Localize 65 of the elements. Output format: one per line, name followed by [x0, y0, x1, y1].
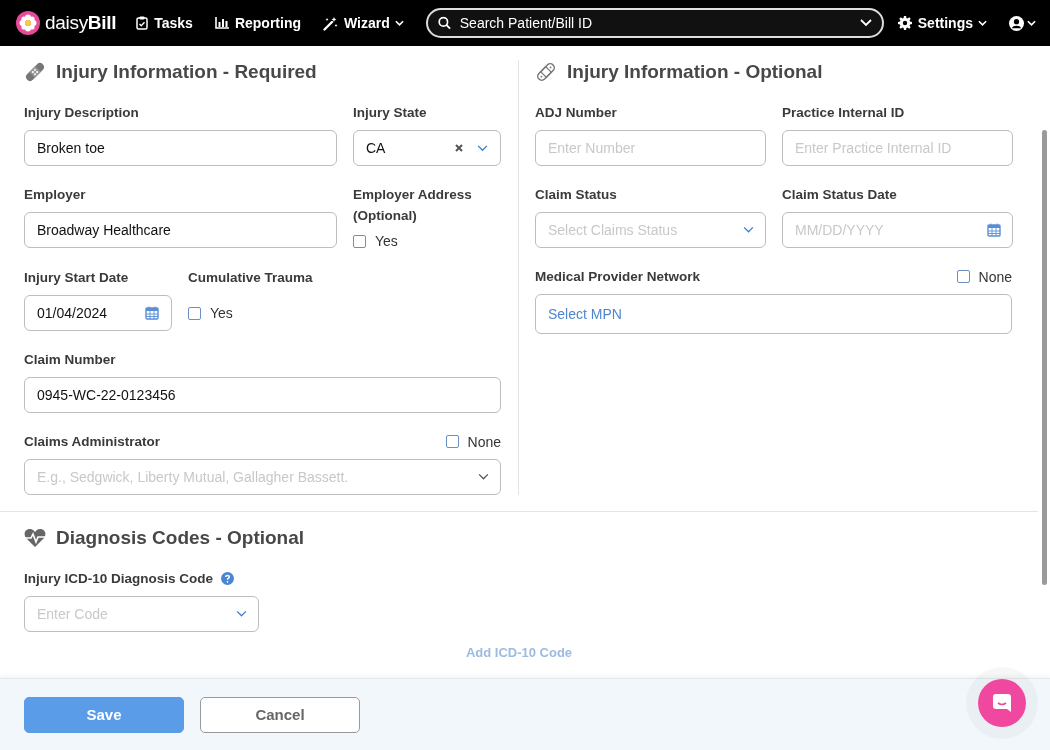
calendar-icon — [987, 223, 1001, 237]
field-label: Practice Internal ID — [782, 104, 906, 122]
chevron-down-icon — [743, 226, 754, 234]
heartbeat-icon — [24, 528, 46, 548]
field-label: Injury Description — [24, 104, 140, 122]
bar-chart-icon — [214, 17, 229, 29]
bandage-icon — [535, 61, 557, 83]
chevron-down-icon — [236, 610, 247, 618]
checkbox-label: Yes — [375, 233, 398, 249]
field-label: Medical Provider Network — [535, 268, 701, 286]
chevron-down-icon — [859, 19, 872, 27]
field-label: Injury Start Date — [24, 269, 130, 287]
logo-text[interactable]: daisyBill — [45, 12, 117, 34]
nav-link[interactable]: Reporting — [214, 15, 301, 31]
text-field[interactable]: Broken toe — [24, 130, 337, 166]
nav-link[interactable]: Wizard — [323, 15, 404, 31]
field-label: Injury State — [353, 104, 428, 122]
chevron-down-icon — [478, 473, 489, 481]
section-title: Injury Information - Optional — [567, 61, 823, 83]
search-icon — [437, 16, 451, 30]
date-value: 01/04/2024 — [37, 305, 109, 321]
field-label: Employer — [24, 186, 87, 204]
checkbox[interactable] — [353, 234, 366, 248]
field-label: Employer Address (Optional) — [353, 186, 473, 225]
flower-logo-icon — [16, 11, 40, 35]
caret-icon — [978, 20, 987, 26]
scrollbar[interactable] — [1042, 130, 1047, 585]
checkbox[interactable] — [445, 435, 459, 448]
nav-link[interactable]: Tasks — [136, 15, 193, 31]
caret-icon — [394, 20, 404, 26]
select-field[interactable]: Select MPN — [535, 294, 1012, 334]
text-field[interactable]: Broadway Healthcare — [24, 212, 337, 248]
settings-icon — [897, 16, 912, 30]
help-icon[interactable] — [221, 572, 235, 585]
user-avatar-icon — [1009, 15, 1024, 31]
text-field[interactable]: 0945-WC-22-0123456 — [24, 377, 501, 413]
field-label: Claim Number — [24, 351, 117, 369]
chat-icon — [992, 693, 1012, 713]
clipboard-icon — [136, 16, 149, 30]
magic-wand-icon — [323, 15, 338, 31]
settings-menu[interactable]: Settings — [897, 15, 987, 31]
field-label: Cumulative Trauma — [188, 269, 314, 287]
search-field[interactable]: Search Patient/Bill ID — [425, 8, 884, 38]
checkbox-label: None — [467, 433, 501, 450]
calendar-icon — [145, 306, 159, 320]
checkbox-label: None — [978, 268, 1012, 285]
field-label: ADJ Number — [535, 104, 618, 122]
clear-icon[interactable] — [455, 144, 463, 152]
date-field[interactable]: 01/04/2024 — [24, 295, 172, 331]
selected-value: CA — [366, 140, 387, 156]
cancel-button[interactable]: Cancel — [200, 696, 360, 733]
caret-icon — [1027, 20, 1036, 26]
section-title: Diagnosis Codes - Optional — [56, 527, 305, 549]
checkbox-label: Yes — [210, 305, 233, 321]
user-menu[interactable] — [1009, 15, 1036, 31]
field-label: Injury ICD-10 Diagnosis Code — [24, 570, 214, 588]
section-title: Injury Information - Required — [56, 61, 317, 83]
field-label: Claim Status — [535, 186, 618, 204]
chevron-down-icon — [477, 144, 488, 152]
chat-button[interactable] — [978, 679, 1026, 727]
checkbox[interactable] — [188, 306, 201, 320]
field-label: Claim Status Date — [782, 186, 898, 204]
checkbox[interactable] — [956, 270, 970, 283]
select-field[interactable]: CA — [353, 130, 501, 166]
field-label: Claims Administrator — [24, 433, 161, 451]
